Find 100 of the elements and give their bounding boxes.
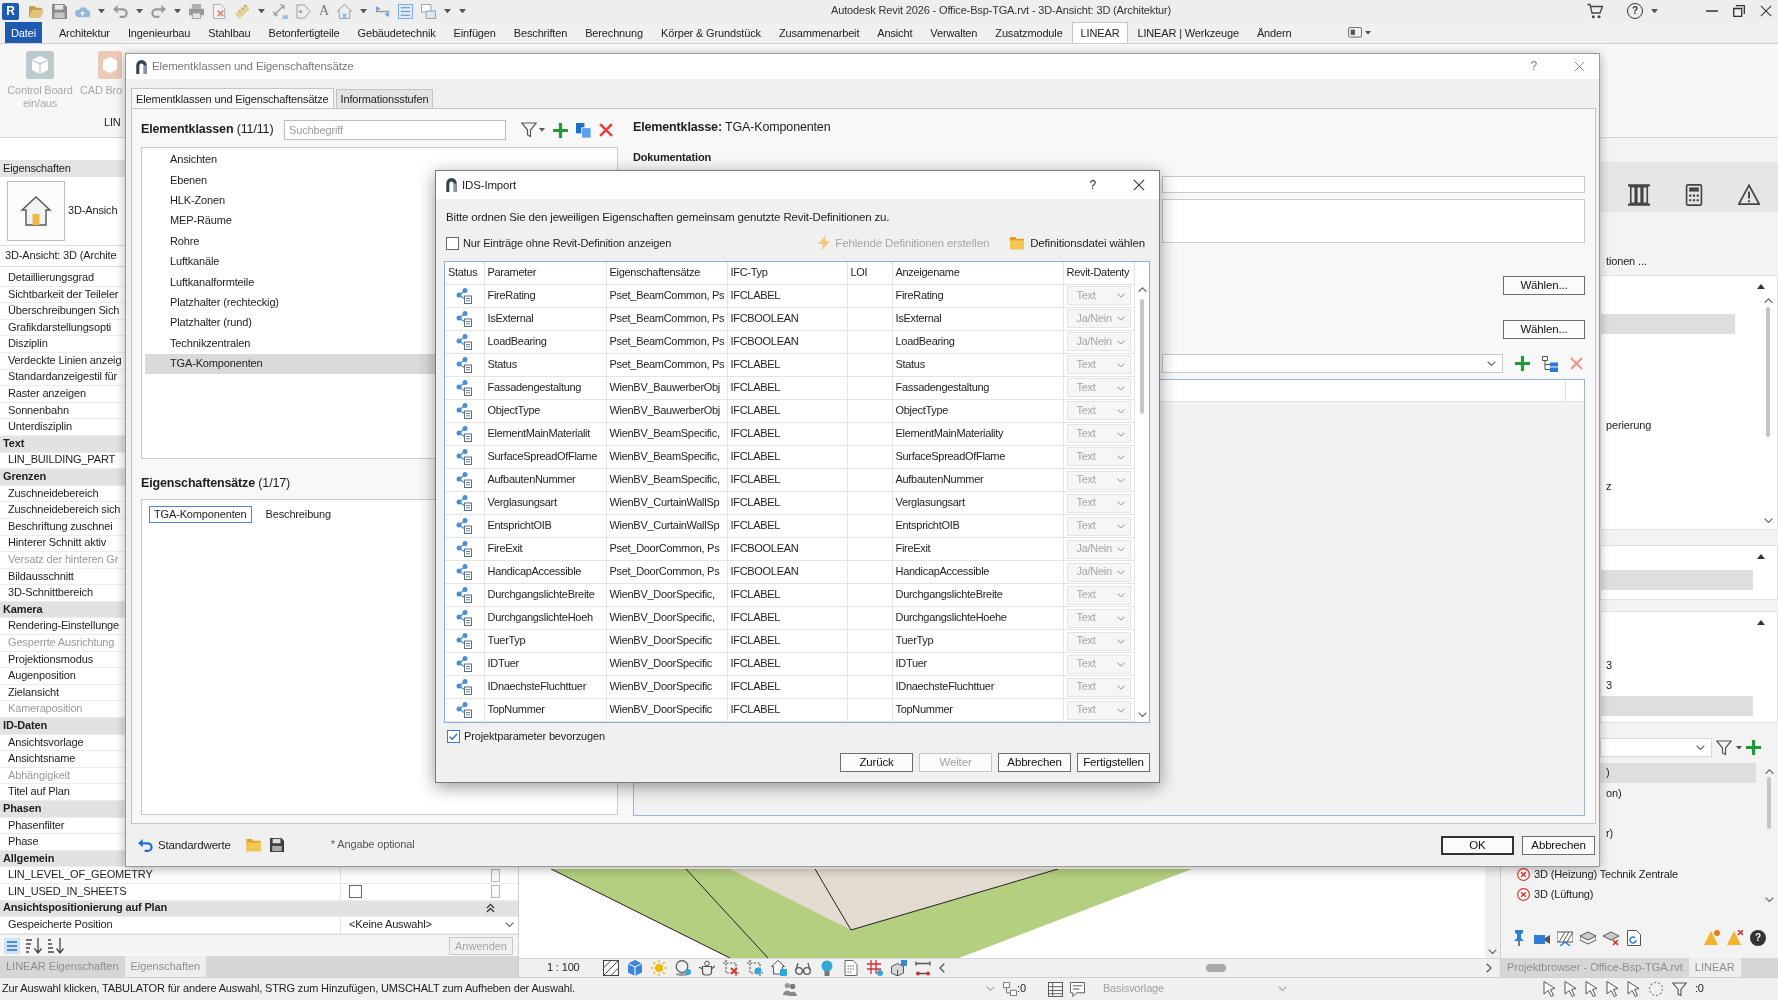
- calculator-icon[interactable]: [1683, 184, 1705, 206]
- cursor-icon[interactable]: [1626, 981, 1640, 997]
- list-item[interactable]: Rohre: [170, 234, 200, 249]
- table-icon[interactable]: [1047, 981, 1063, 997]
- reset-button[interactable]: Standardwerte: [138, 837, 231, 853]
- search-field[interactable]: Suchbegriff: [284, 120, 506, 140]
- plus-icon[interactable]: [1746, 740, 1761, 755]
- document-icon[interactable]: [842, 960, 859, 976]
- tree-item[interactable]: on): [1606, 786, 1622, 801]
- caret-icon[interactable]: [539, 128, 545, 132]
- scale-label[interactable]: 1 : 100: [547, 961, 580, 975]
- shadow-icon[interactable]: [674, 960, 691, 976]
- ribbon-tab[interactable]: Ändern: [1247, 22, 1301, 43]
- caret-icon[interactable]: [1736, 745, 1742, 750]
- column-header[interactable]: Eigenschaftensätze: [606, 262, 727, 285]
- tree-item[interactable]: r): [1606, 827, 1614, 841]
- caret-icon[interactable]: [1365, 30, 1372, 35]
- column-header[interactable]: IFC-Typ: [727, 262, 847, 285]
- list-item[interactable]: HLK-Zonen: [170, 194, 225, 208]
- column-header[interactable]: Revit-Datenty: [1063, 262, 1134, 285]
- list-item[interactable]: Platzhalter (rund): [170, 316, 252, 331]
- hatched-box-icon[interactable]: [1557, 930, 1573, 946]
- column-header[interactable]: Parameter: [484, 262, 606, 285]
- users-icon[interactable]: [783, 982, 797, 996]
- glasses-icon[interactable]: [794, 960, 811, 976]
- list-item[interactable]: Luftkanäle: [170, 255, 220, 269]
- slab-icon[interactable]: [1580, 930, 1596, 946]
- warning-icon[interactable]: [1738, 184, 1760, 206]
- list-item[interactable]: z: [1606, 479, 1612, 494]
- caret-icon[interactable]: [98, 8, 105, 14]
- value-dropdown[interactable]: <Keine Auswahl>: [349, 918, 514, 932]
- dialog-button[interactable]: Zurück: [840, 753, 913, 773]
- ribbon-tab[interactable]: Beschriften: [504, 22, 577, 43]
- hierarchy-icon[interactable]: [1542, 355, 1558, 372]
- columns-icon[interactable]: [1628, 184, 1650, 206]
- choose-button[interactable]: Wählen...: [1503, 320, 1585, 339]
- dropdown-field[interactable]: [1600, 738, 1712, 757]
- tree-item[interactable]: 3D (Lüftung): [1534, 888, 1594, 902]
- tree-item[interactable]: 3D (Heizung) Technik Zentrale: [1534, 867, 1679, 882]
- ribbon-tab[interactable]: Architektur: [49, 22, 119, 43]
- ribbon-tab[interactable]: Betonfertigteile: [259, 22, 349, 43]
- list-item[interactable]: Luftkanalformteile: [170, 275, 255, 290]
- filter-icon[interactable]: [1716, 739, 1732, 756]
- instance-selector[interactable]: 3D-Ansicht: 3D (Archite: [5, 249, 117, 263]
- scrollbar-thumb[interactable]: [1205, 964, 1226, 972]
- caret-icon[interactable]: [136, 8, 143, 14]
- teapot-icon[interactable]: [698, 960, 715, 976]
- choose-button[interactable]: Wählen...: [1503, 276, 1585, 295]
- checkbox-label[interactable]: Nur Einträge ohne Revit-Definition anzeigen: [463, 236, 672, 251]
- caret-icon[interactable]: [174, 8, 181, 14]
- ok-button[interactable]: OK: [1441, 835, 1514, 855]
- house-icon[interactable]: [7, 181, 65, 241]
- ribbon-tab[interactable]: Körper & Grundstück: [652, 22, 770, 43]
- column-header[interactable]: Beschreibung: [260, 506, 336, 523]
- plus-icon[interactable]: [1515, 356, 1530, 371]
- checkbox[interactable]: [447, 729, 460, 743]
- help-button[interactable]: ?: [1089, 177, 1096, 193]
- panel-icon[interactable]: [1348, 27, 1363, 38]
- caret-icon[interactable]: [1651, 8, 1658, 14]
- selected-row[interactable]: ): [1600, 763, 1756, 784]
- workset-icon[interactable]: [1003, 982, 1017, 996]
- caret-icon[interactable]: [359, 8, 367, 14]
- dialog-tab[interactable]: Elementklassen und Eigenschaftensätze: [131, 88, 334, 108]
- list-item[interactable]: 3: [1606, 658, 1612, 673]
- cube-icon[interactable]: [626, 960, 643, 976]
- scrollbar-thumb[interactable]: [1766, 307, 1770, 438]
- cart-icon[interactable]: [1587, 3, 1603, 19]
- dialog-button[interactable]: Fertigstellen: [1077, 753, 1150, 773]
- lines-icon[interactable]: [397, 3, 413, 19]
- ribbon-tab[interactable]: Stahlbau: [199, 22, 260, 43]
- plus-icon[interactable]: [553, 122, 568, 138]
- detail-level-icon[interactable]: [602, 960, 619, 976]
- chevron-up-icon[interactable]: [1764, 769, 1774, 775]
- ribbon-tab[interactable]: Ansicht: [868, 22, 922, 43]
- list-item[interactable]: 3: [1606, 678, 1612, 693]
- sort-ascending-icon[interactable]: [26, 937, 42, 954]
- checkbox-label[interactable]: Projektparameter bevorzugen: [464, 729, 605, 744]
- double-chevron-up-icon[interactable]: [486, 903, 495, 914]
- edit-button[interactable]: [491, 868, 500, 882]
- file-tab[interactable]: Datei: [5, 22, 42, 43]
- cursor-icon[interactable]: [1584, 981, 1598, 997]
- dropdown-field[interactable]: [1162, 354, 1503, 373]
- filter-icon[interactable]: [521, 122, 537, 138]
- ribbon-tab[interactable]: Gebäudetechnik: [348, 22, 445, 43]
- house-lock-icon[interactable]: [770, 960, 787, 976]
- text-tool-button[interactable]: A: [319, 3, 329, 19]
- slab-delete-icon[interactable]: [1603, 930, 1619, 946]
- ribbon-tab[interactable]: Zusatzmodule: [986, 22, 1072, 43]
- save-icon[interactable]: [269, 838, 284, 852]
- column-header[interactable]: LOI: [847, 262, 892, 285]
- ribbon-tab[interactable]: LINEAR | Werkzeuge: [1128, 22, 1248, 43]
- collapse-arrow-icon[interactable]: [1757, 283, 1765, 289]
- cursor-icon[interactable]: [1605, 981, 1619, 997]
- selection-circle-icon[interactable]: [1647, 981, 1664, 997]
- filter-icon[interactable]: [1671, 981, 1687, 997]
- app-logo[interactable]: R: [2, 2, 19, 20]
- close-icon[interactable]: [1760, 5, 1772, 17]
- ribbon-tab[interactable]: Verwalten: [921, 22, 987, 43]
- chevron-up-icon[interactable]: [1137, 287, 1147, 293]
- cursor-icon[interactable]: [1542, 981, 1556, 997]
